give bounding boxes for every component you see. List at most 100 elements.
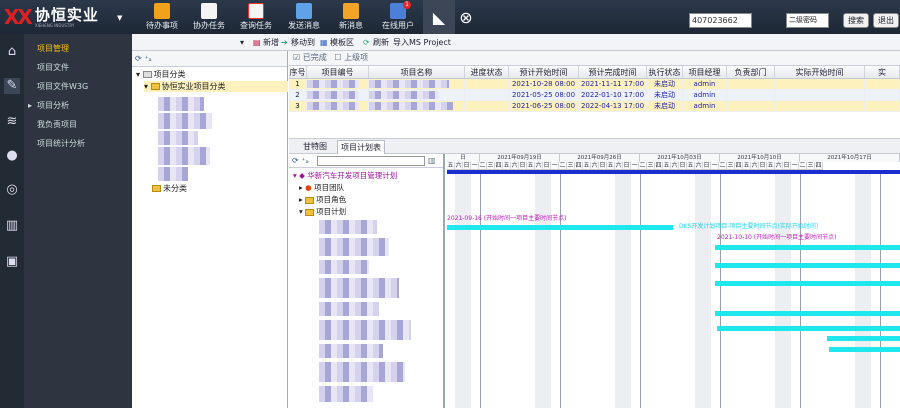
gantt-date-header: 2021年10月10日 — [720, 154, 800, 162]
add-icon[interactable]: ▤ — [253, 36, 261, 49]
table-row[interactable]: 2 2021-05-25 08:00 2022-01-10 17:00 未启动 … — [289, 90, 900, 101]
tree-node-uncategorized[interactable]: 未分类 — [152, 183, 187, 194]
col-header[interactable]: 项目经理 — [683, 66, 727, 78]
refresh-icon[interactable]: ⟳ — [135, 54, 142, 63]
logout-button[interactable]: 退出 — [873, 13, 899, 28]
collapse-all-icon[interactable]: ⁺ₐ — [144, 54, 151, 63]
chevron-right-icon: ▸ — [28, 101, 33, 110]
logo-name: 协恒实业 — [34, 5, 99, 24]
refresh-icon[interactable]: ⟳ — [292, 156, 299, 165]
template-button[interactable]: 模板区 — [330, 36, 354, 49]
query-task-button[interactable]: 查询任务 — [233, 3, 279, 33]
completed-checkbox[interactable]: ☑ — [293, 53, 300, 62]
menu-project-analysis[interactable]: ▸ 项目分析 — [24, 97, 132, 115]
tree-node-category[interactable]: ▾ 协恒实业项目分类 — [144, 81, 288, 92]
col-header[interactable]: 序号 — [289, 66, 307, 78]
book-icon[interactable]: ▥ — [4, 218, 20, 234]
col-header[interactable]: 负责部门 — [727, 66, 775, 78]
col-header[interactable]: 预计开始时间 — [509, 66, 579, 78]
menu-project-files-w3g[interactable]: 项目文件W3G — [24, 78, 132, 96]
todo-button[interactable]: 待办事项 — [139, 3, 185, 33]
online-users-badge: 1 — [403, 1, 411, 9]
gantt-project-bar[interactable] — [447, 170, 900, 174]
chat-icon[interactable]: ● — [4, 148, 20, 164]
detail-tabs: 甘特图 项目计划表 — [289, 138, 900, 154]
tree-node-root[interactable]: ▾ 项目分类 — [136, 69, 186, 80]
settings-icon[interactable]: ◎ — [4, 182, 20, 198]
password-select[interactable]: 二级密码 — [786, 13, 829, 28]
blurred-tree-item — [319, 386, 373, 402]
menu-project-management[interactable]: 项目管理 — [24, 40, 132, 58]
table-row[interactable]: 3 2021-06-25 08:00 2022-04-13 17:00 未启动 … — [289, 101, 900, 112]
blurred-tree-item — [319, 238, 389, 256]
logo-mark: XX — [4, 5, 33, 29]
col-header[interactable]: 实 — [865, 66, 900, 78]
online-users-button[interactable]: 1 在线用户 — [375, 1, 421, 33]
gantt-weekday-row: 五六日一二三四五六日 五六日一二三四五六日 五六日一二三四五六日 五六日一二三四… — [447, 162, 823, 170]
logo[interactable]: XX 协恒实业 XIEHENG INDUSTRY — [4, 5, 99, 29]
parent-checkbox[interactable]: ☐ — [334, 53, 341, 62]
col-header[interactable]: 项目名称 — [369, 66, 465, 78]
database-icon[interactable]: ≋ — [4, 114, 20, 130]
move-button[interactable]: 移动到 — [291, 36, 315, 49]
new-message-icon — [343, 3, 359, 19]
col-header[interactable]: 预计完成时间 — [579, 66, 647, 78]
col-header[interactable]: 执行状态 — [647, 66, 683, 78]
collapse-all-icon[interactable]: ⁺ₐ — [301, 156, 308, 165]
move-icon[interactable]: ➔ — [281, 36, 288, 49]
gantt-task-bar[interactable] — [715, 263, 900, 268]
blurred-cell — [307, 80, 359, 88]
home-icon[interactable]: ⌂ — [4, 44, 20, 60]
send-message-icon — [296, 3, 312, 19]
grid-header: 序号 项目编号 项目名称 进度状态 预计开始时间 预计完成时间 执行状态 项目经… — [289, 66, 900, 79]
gantt-date-header: 2021年09月19日 — [480, 154, 560, 162]
blurred-cell — [369, 102, 453, 110]
gantt-node-roles[interactable]: ▸ 项目角色 — [299, 195, 346, 205]
new-message-button[interactable]: 新消息 — [328, 3, 374, 33]
import-button[interactable]: 导入MS Project — [393, 36, 451, 49]
table-row[interactable]: 1 2021-10-28 08:00 2021-11-11 17:00 未启动 … — [289, 79, 900, 90]
gantt-node-team[interactable]: ▸ ● 项目团队 — [299, 183, 344, 193]
tab-gantt[interactable]: 甘特图 — [295, 140, 335, 154]
refresh-button[interactable]: 刷新 — [373, 36, 389, 49]
menu-project-files[interactable]: 项目文件 — [24, 59, 132, 77]
col-header[interactable]: 进度状态 — [465, 66, 509, 78]
tab-project-plan[interactable]: 项目计划表 — [337, 140, 385, 154]
gantt-task-bar[interactable] — [715, 245, 900, 250]
search-icon[interactable]: ▥ — [428, 154, 436, 168]
add-button[interactable]: 新增 — [263, 36, 279, 49]
blurred-cell — [307, 91, 359, 99]
side-menu: 项目管理 项目文件 项目文件W3G ▸ 项目分析 我负责项目 项目统计分析 — [24, 34, 132, 408]
gantt-node-plan[interactable]: ▾ 项目计划 — [299, 207, 346, 217]
gantt-task-tree: ⟳ ⁺ₐ ▥ ▾ ◆ 华新汽车开发项目管理计划 ▸ ● 项目团队 ▸ 项目角色 … — [289, 154, 445, 408]
image-icon[interactable]: ▣ — [4, 254, 20, 270]
refresh-icon[interactable]: ⟳ — [363, 36, 370, 49]
col-header[interactable]: 实际开始时间 — [775, 66, 865, 78]
gantt-search-input[interactable] — [317, 156, 425, 166]
gantt-task-bar[interactable] — [829, 347, 900, 352]
chevron-down-icon[interactable]: ▼ — [117, 14, 122, 22]
gantt-task-bar[interactable] — [715, 281, 900, 286]
gantt-task-bar[interactable] — [827, 336, 900, 341]
menu-project-statistics[interactable]: 项目统计分析 — [24, 135, 132, 153]
gantt-node-project[interactable]: ▾ ◆ 华新汽车开发项目管理计划 — [293, 171, 397, 181]
edit-icon[interactable]: ✎ — [4, 78, 20, 94]
gantt-task-bar[interactable] — [715, 311, 900, 316]
gantt-task-bar[interactable] — [717, 326, 900, 331]
col-header[interactable]: 项目编号 — [307, 66, 369, 78]
filter-bar: ☑ 已完成 ☐ 上级项 — [289, 51, 900, 66]
assist-task-button[interactable]: 协办任务 — [186, 3, 232, 33]
close-icon[interactable]: ⊗ — [450, 0, 482, 34]
search-button[interactable]: 搜索 — [843, 13, 869, 28]
search-input[interactable]: 407023662 — [689, 13, 752, 28]
dropdown-icon[interactable]: ▾ — [240, 36, 244, 49]
gantt-chart: 日 2021年09月19日 2021年09月26日 2021年10月03日 20… — [447, 154, 900, 408]
gantt-milestone-label: 2021-09-16 (开始时间一项目主要时间节点) — [447, 215, 567, 222]
send-message-button[interactable]: 发送消息 — [281, 3, 327, 33]
menu-my-projects[interactable]: 我负责项目 — [24, 116, 132, 134]
blurred-tree-item — [319, 362, 405, 382]
main-toolbar: ▾ ▤ 新增 ➔ 移动到 ▦ 模板区 ⟳ 刷新 导入MS Project — [132, 34, 900, 51]
gantt-task-label: DKS开发计划项目-项目主要时间节点(实际开始时间) — [679, 223, 819, 230]
gantt-task-bar[interactable] — [447, 225, 673, 230]
template-icon[interactable]: ▦ — [320, 36, 328, 49]
